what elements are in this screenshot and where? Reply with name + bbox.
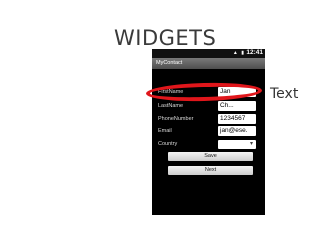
phonenumber-label: PhoneNumber — [158, 116, 194, 122]
phone-screenshot: ▲ ▮ 12:41 MyContact FirstName Jan LastNa… — [152, 49, 265, 215]
callout-label: Text — [270, 86, 299, 102]
lastname-label: LastName — [158, 103, 184, 109]
phonenumber-field[interactable]: 1234567 — [218, 114, 256, 124]
lastname-field[interactable]: Ch... — [218, 101, 256, 111]
country-spinner[interactable]: ▾ — [218, 140, 256, 149]
form-row-email: Email jan@ese. — [152, 125, 265, 138]
signal-battery-icon: ▲ ▮ — [232, 50, 245, 56]
email-label: Email — [158, 128, 172, 134]
app-title: MyContact — [156, 60, 183, 66]
next-button[interactable]: Next — [168, 166, 253, 175]
email-field[interactable]: jan@ese. — [218, 126, 256, 136]
status-bar: ▲ ▮ 12:41 — [152, 49, 265, 58]
save-button[interactable]: Save — [168, 152, 253, 161]
form-row-country: Country ▾ — [152, 138, 265, 151]
app-title-bar: MyContact — [152, 58, 265, 69]
country-label: Country — [158, 141, 178, 147]
chevron-down-icon: ▾ — [249, 141, 253, 147]
slide-title: WIDGETS — [114, 26, 217, 50]
form-row-lastname: LastName Ch... — [152, 100, 265, 113]
status-time: 12:41 — [246, 49, 263, 56]
